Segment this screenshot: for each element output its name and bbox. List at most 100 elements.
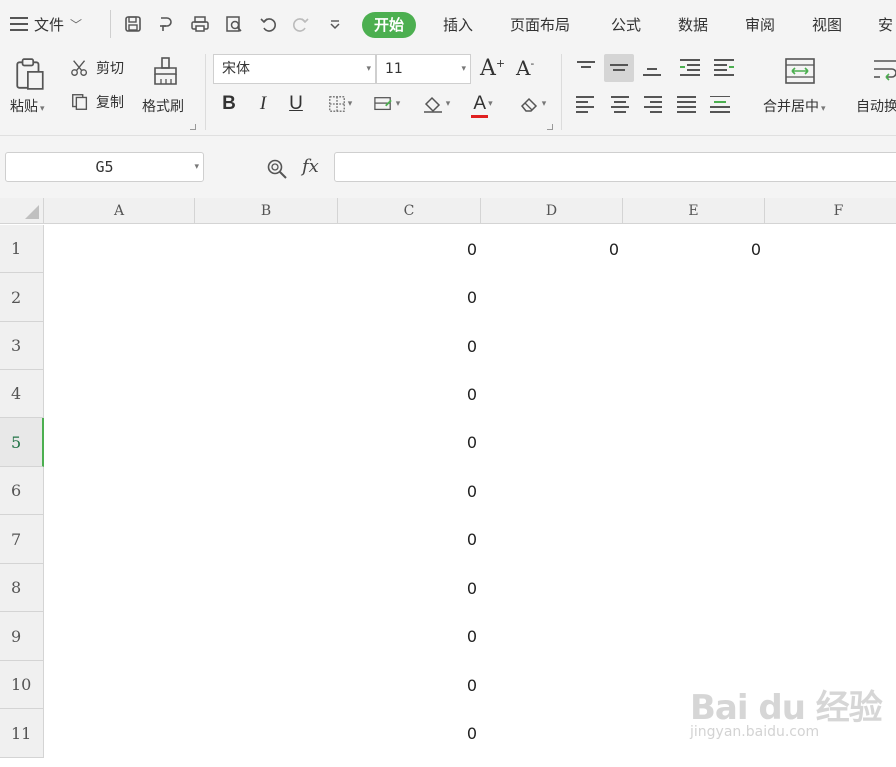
copy-button[interactable]: 复制 (70, 92, 124, 112)
column-header-a[interactable]: A (44, 198, 195, 224)
row-header-1[interactable]: 1 (0, 225, 44, 273)
decrease-font-icon: A (516, 56, 531, 80)
cell-c3[interactable]: 0 (338, 322, 481, 370)
align-center-button[interactable] (608, 92, 632, 116)
paste-label[interactable]: 粘贴 ▾ (10, 96, 45, 116)
tab-data[interactable]: 数据 (668, 12, 718, 38)
insert-function-button[interactable]: fx (302, 156, 319, 177)
italic-button[interactable]: I (252, 92, 274, 116)
tab-review[interactable]: 审阅 (735, 12, 785, 38)
column-header-f[interactable]: F (765, 198, 896, 224)
row-header-2[interactable]: 2 (0, 273, 44, 322)
tab-security[interactable]: 安 (868, 12, 896, 38)
clipboard-dialog-launcher[interactable] (190, 124, 196, 130)
align-middle-button[interactable] (604, 54, 634, 82)
row-header-7[interactable]: 7 (0, 515, 44, 564)
distributed-align-button[interactable] (708, 92, 732, 116)
cell-e1[interactable]: 0 (623, 225, 765, 273)
cell-c9[interactable]: 0 (338, 612, 481, 661)
column-header-b[interactable]: B (195, 198, 338, 224)
column-header-e[interactable]: E (623, 198, 765, 224)
customize-toolbar-button[interactable] (323, 12, 347, 36)
decrease-indent-button[interactable] (678, 56, 702, 80)
cell-c7[interactable]: 0 (338, 515, 481, 564)
increase-font-size-button[interactable]: A + (480, 56, 505, 81)
cell-c6[interactable]: 0 (338, 467, 481, 515)
format-painter-icon (154, 57, 177, 85)
tab-home[interactable]: 开始 (362, 12, 417, 38)
file-menu-button[interactable]: 文件 ﹀ (10, 12, 82, 36)
font-color-button[interactable]: A ▾ (465, 92, 501, 118)
row-header-10[interactable]: 10 (0, 661, 44, 709)
tab-insert[interactable]: 插入 (433, 12, 483, 38)
italic-icon: I (259, 93, 267, 114)
tab-view[interactable]: 视图 (802, 12, 852, 38)
increase-font-icon: A (480, 56, 496, 81)
tab-formulas[interactable]: 公式 (601, 12, 651, 38)
font-color-letter: A (473, 93, 487, 114)
clear-format-button[interactable]: ▾ (512, 92, 552, 116)
ribbon-separator (205, 54, 206, 130)
format-painter-label[interactable]: 格式刷 (142, 96, 184, 116)
row-header-11[interactable]: 11 (0, 709, 44, 758)
row-header-3[interactable]: 3 (0, 322, 44, 370)
cell-c11[interactable]: 0 (338, 709, 481, 758)
row-header-9[interactable]: 9 (0, 612, 44, 661)
bold-icon: B (222, 93, 236, 114)
row-header-6[interactable]: 6 (0, 467, 44, 515)
name-box-value: G5 (95, 158, 114, 176)
select-all-button[interactable] (0, 198, 44, 224)
font-size-value: 11 (385, 61, 403, 77)
justify-button[interactable] (675, 92, 699, 116)
align-right-button[interactable] (641, 92, 665, 116)
watermark-logo-text: Bai du 经验 (690, 688, 883, 728)
align-left-button[interactable] (574, 92, 598, 116)
increase-indent-button[interactable] (712, 56, 736, 80)
decrease-font-size-button[interactable]: A- (516, 56, 534, 80)
paint-bucket-icon (423, 96, 442, 113)
borders-button[interactable]: ▾ (322, 92, 358, 116)
wrap-text-label[interactable]: 自动换 (856, 96, 896, 116)
bold-button[interactable]: B (218, 92, 240, 116)
fill-style-button[interactable]: ▾ (366, 92, 406, 116)
save-button[interactable] (121, 12, 145, 36)
merge-center-label[interactable]: 合并居中 ▾ (763, 96, 826, 116)
row-header-8[interactable]: 8 (0, 564, 44, 612)
redo-button[interactable] (289, 12, 313, 36)
cell-c8[interactable]: 0 (338, 564, 481, 612)
export-button[interactable] (154, 12, 178, 36)
zoom-icon[interactable] (266, 158, 288, 180)
cell-c5[interactable]: 0 (338, 418, 481, 467)
underline-button[interactable]: U (285, 92, 307, 116)
align-bottom-button[interactable] (640, 56, 664, 80)
cell-c10[interactable]: 0 (338, 661, 481, 709)
print-button[interactable] (188, 12, 212, 36)
paste-label-text: 粘贴 (10, 99, 38, 115)
cell-c2[interactable]: 0 (338, 273, 481, 322)
dropdown-arrow-icon: ▾ (194, 162, 199, 172)
formula-input[interactable] (334, 152, 896, 182)
cell-d1[interactable]: 0 (481, 225, 623, 273)
fill-color-button[interactable]: ▾ (416, 92, 456, 116)
borders-icon (328, 96, 345, 112)
cell-c1[interactable]: 0 (338, 225, 481, 273)
merge-center-button[interactable] (784, 56, 816, 86)
cell-c4[interactable]: 0 (338, 370, 481, 418)
tab-page-layout[interactable]: 页面布局 (500, 12, 580, 38)
column-header-c[interactable]: C (338, 198, 481, 224)
row-header-4[interactable]: 4 (0, 370, 44, 418)
font-dialog-launcher[interactable] (547, 124, 553, 130)
font-size-select[interactable]: 11 ▾ (376, 54, 471, 84)
paste-button[interactable] (14, 56, 50, 92)
name-box[interactable]: G5 ▾ (5, 152, 204, 182)
undo-button[interactable] (256, 12, 280, 36)
column-header-d[interactable]: D (481, 198, 623, 224)
print-preview-button[interactable] (222, 12, 246, 36)
row-header-5[interactable]: 5 (0, 418, 44, 467)
font-name-select[interactable]: 宋体 ▾ (213, 54, 376, 84)
wrap-text-button[interactable] (870, 56, 896, 86)
chevron-down-icon: ﹀ (70, 17, 83, 32)
align-top-button[interactable] (574, 56, 598, 80)
cut-button[interactable]: 剪切 (70, 58, 124, 78)
format-painter-button[interactable] (152, 56, 180, 86)
